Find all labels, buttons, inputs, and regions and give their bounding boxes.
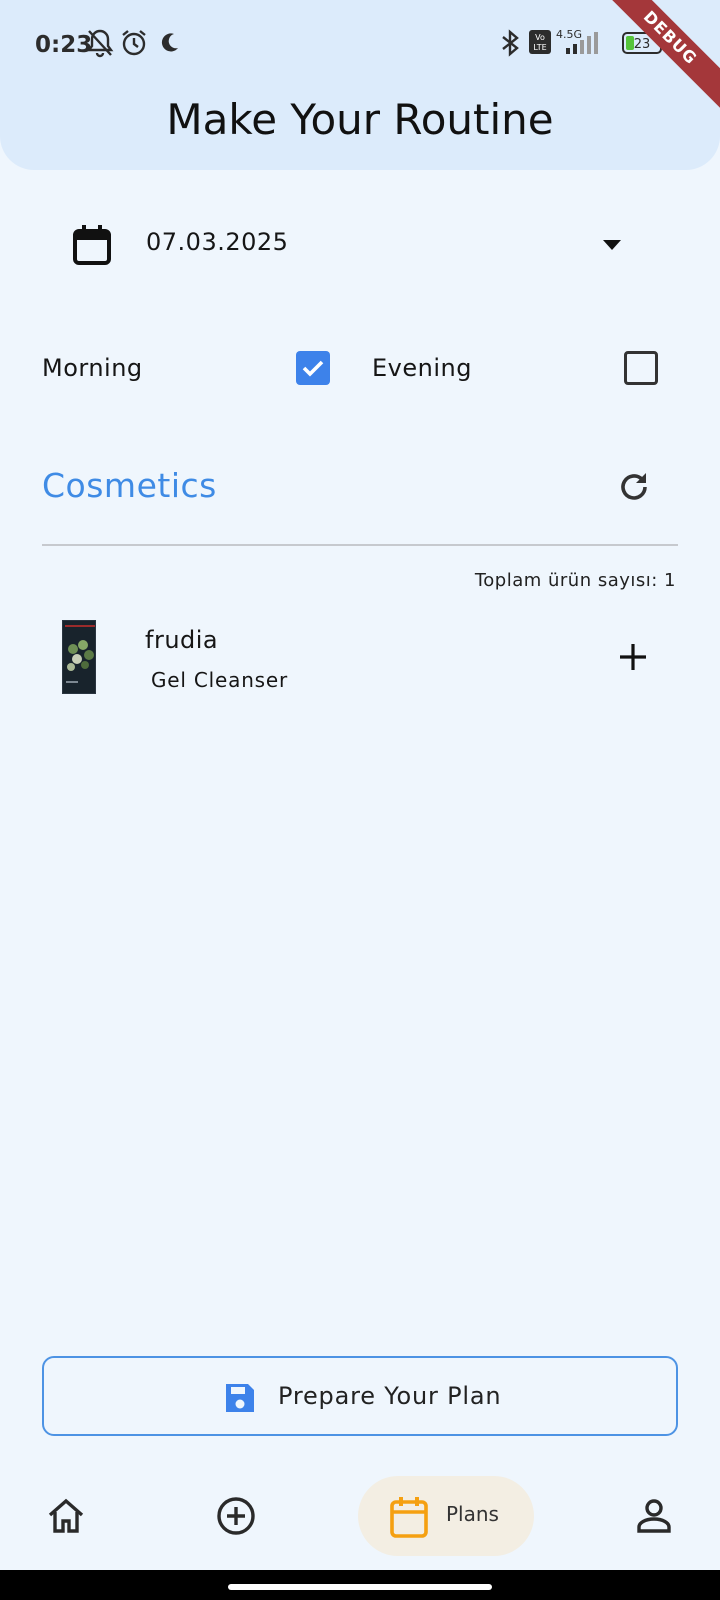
prepare-plan-label: Prepare Your Plan [278, 1382, 502, 1410]
morning-label: Morning [42, 354, 143, 382]
bottom-nav: Plans [0, 1470, 720, 1570]
evening-checkbox[interactable] [624, 351, 658, 385]
app-header: 0:23 Vo LTE 4.5G 23 Make Your Routine [0, 0, 720, 170]
product-count: Toplam ürün sayısı: 1 [474, 570, 676, 591]
bell-muted-icon [86, 28, 114, 62]
person-icon [637, 1499, 671, 1533]
page-title: Make Your Routine [166, 95, 554, 144]
add-icon[interactable] [618, 642, 648, 676]
save-icon [222, 1380, 258, 1420]
nav-plans-label: Plans [446, 1502, 499, 1526]
refresh-icon[interactable] [616, 469, 652, 509]
bluetooth-icon [498, 28, 522, 62]
svg-text:Vo: Vo [535, 33, 545, 42]
alarm-icon [120, 28, 148, 62]
list-item[interactable]: frudia Gel Cleanser [42, 612, 678, 712]
date-value: 07.03.2025 [146, 228, 289, 256]
nav-add[interactable] [216, 1496, 256, 1540]
gesture-bar [0, 1570, 720, 1600]
section-divider [42, 544, 678, 546]
status-time: 0:23 [35, 32, 93, 58]
svg-text:4.5G: 4.5G [556, 28, 582, 41]
nav-profile[interactable] [637, 1498, 671, 1538]
evening-label: Evening [372, 354, 472, 382]
signal-icon: 4.5G [556, 24, 606, 62]
product-thumbnail [62, 620, 96, 694]
check-icon [302, 360, 324, 377]
svg-text:LTE: LTE [533, 43, 546, 52]
home-indicator[interactable] [228, 1584, 492, 1590]
section-title-cosmetics: Cosmetics [42, 466, 217, 505]
volte-icon: Vo LTE [529, 30, 551, 58]
prepare-plan-button[interactable]: Prepare Your Plan [42, 1356, 678, 1436]
add-circle-icon [217, 1497, 255, 1535]
dropdown-caret-icon[interactable] [602, 236, 622, 255]
product-brand: frudia [145, 626, 219, 654]
calendar-icon [390, 1496, 428, 1542]
nav-home[interactable] [47, 1498, 85, 1538]
calendar-icon [72, 224, 112, 270]
morning-checkbox[interactable] [296, 351, 330, 385]
date-picker[interactable]: 07.03.2025 [72, 218, 632, 270]
moon-icon [160, 32, 180, 58]
nav-plans[interactable]: Plans [358, 1476, 534, 1556]
status-bar: 0:23 Vo LTE 4.5G 23 [0, 24, 720, 64]
product-name: Gel Cleanser [151, 668, 289, 692]
svg-text:23: 23 [634, 37, 651, 52]
home-icon [48, 1498, 84, 1533]
